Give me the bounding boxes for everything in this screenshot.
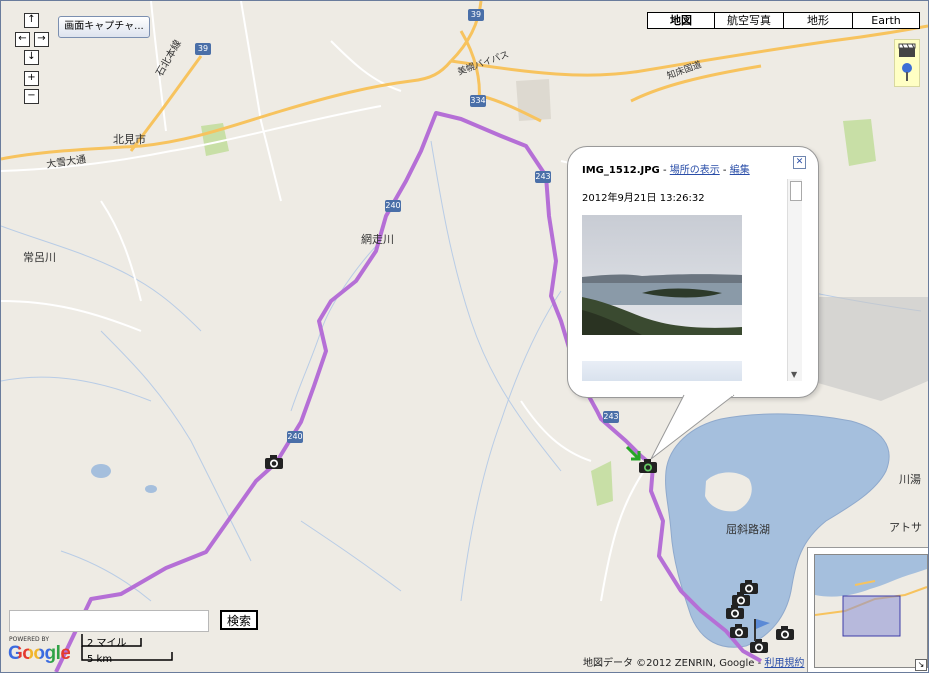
map-type-earth[interactable]: Earth bbox=[852, 12, 920, 29]
google-logo[interactable]: Google bbox=[8, 643, 71, 665]
info-title: IMG_1512.JPG - 場所の表示 - 編集 bbox=[582, 165, 750, 176]
pin-icon[interactable] bbox=[901, 62, 913, 82]
road-shield: 243 bbox=[603, 411, 619, 423]
photo-datetime: 2012年9月21日 13:26:32 bbox=[582, 193, 705, 204]
camera-marker-icon[interactable] bbox=[775, 625, 795, 641]
scale-km: 5 km bbox=[87, 654, 113, 665]
pan-up-button[interactable]: ↑ bbox=[24, 13, 39, 28]
photo-filename: IMG_1512.JPG bbox=[582, 165, 660, 176]
road-shield: 39 bbox=[195, 43, 211, 55]
powered-by-label: POWERED BY bbox=[9, 636, 50, 643]
label-tokoro-river: 常呂川 bbox=[23, 251, 56, 264]
side-icons-panel bbox=[894, 39, 920, 87]
overview-map[interactable]: ↘ bbox=[807, 547, 928, 672]
search-input[interactable] bbox=[9, 610, 209, 632]
close-icon[interactable]: ✕ bbox=[793, 156, 806, 169]
camera-marker-icon[interactable] bbox=[729, 623, 749, 639]
show-location-link[interactable]: 場所の表示 bbox=[670, 165, 720, 176]
road-shield: 240 bbox=[287, 431, 303, 443]
road-shield: 240 bbox=[385, 200, 401, 212]
road-shield: 334 bbox=[470, 95, 486, 107]
edit-link[interactable]: 編集 bbox=[730, 165, 750, 176]
clapperboard-icon[interactable] bbox=[898, 42, 916, 58]
pan-right-button[interactable]: → bbox=[34, 32, 49, 47]
label-kawayu: 川湯 bbox=[899, 473, 921, 486]
arrow-marker-icon[interactable] bbox=[625, 445, 643, 463]
road-shield: 39 bbox=[468, 9, 484, 21]
photo-thumbnail[interactable] bbox=[582, 215, 742, 335]
label-atosa: アトサ bbox=[889, 521, 922, 534]
flag-marker-icon[interactable] bbox=[752, 617, 772, 643]
map-type-satellite[interactable]: 航空写真 bbox=[714, 12, 784, 29]
terms-link[interactable]: 利用規約 bbox=[764, 658, 804, 669]
label-kitami: 北見市 bbox=[113, 133, 146, 146]
photo-info-window: IMG_1512.JPG - 場所の表示 - 編集 ✕ 2012年9月21日 1… bbox=[567, 146, 819, 398]
camera-marker-icon[interactable] bbox=[264, 454, 284, 470]
search-button[interactable]: 検索 bbox=[220, 610, 258, 630]
copyright: 地図データ ©2012 ZENRIN, Google - 利用規約 bbox=[583, 658, 805, 669]
next-photo-preview bbox=[582, 361, 742, 381]
pan-down-button[interactable]: ↓ bbox=[24, 50, 39, 65]
zoom-out-button[interactable]: − bbox=[24, 89, 39, 104]
label-abashiri-river: 網走川 bbox=[361, 233, 394, 246]
camera-marker-icon[interactable] bbox=[725, 604, 745, 620]
screen-capture-button[interactable]: 画面キャプチャ... bbox=[58, 16, 150, 38]
map-type-selector: 地図 航空写真 地形 Earth bbox=[647, 12, 920, 29]
road-shield: 243 bbox=[535, 171, 551, 183]
map-canvas[interactable]: 北見市 石北本線 大雪大通 常呂川 網走川 屈斜路湖 川湯 アトサ 美幌バイパス… bbox=[0, 0, 929, 673]
label-kussharo-lake: 屈斜路湖 bbox=[726, 523, 770, 536]
pan-left-button[interactable]: ← bbox=[15, 32, 30, 47]
scale-miles: 2 マイル bbox=[87, 638, 127, 649]
map-type-terrain[interactable]: 地形 bbox=[783, 12, 853, 29]
info-window-pointer bbox=[650, 393, 735, 460]
zoom-in-button[interactable]: + bbox=[24, 71, 39, 86]
map-type-map[interactable]: 地図 bbox=[647, 12, 715, 29]
info-scrollbar[interactable]: ▼ bbox=[787, 179, 802, 381]
collapse-icon[interactable]: ↘ bbox=[915, 659, 927, 671]
